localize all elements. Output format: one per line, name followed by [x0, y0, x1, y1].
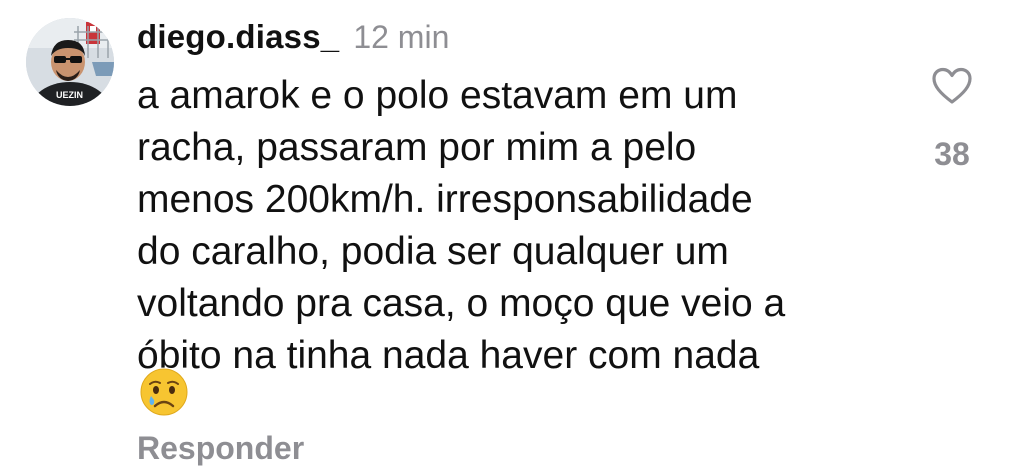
avatar[interactable]: UEZIN [26, 18, 114, 106]
comment-line: do caralho, podia ser qualquer um [137, 230, 729, 273]
like-count: 38 [934, 136, 970, 172]
svg-text:UEZIN: UEZIN [56, 90, 83, 100]
timestamp: 12 min [353, 19, 450, 55]
like-section: 38 [920, 66, 984, 173]
comment-line: voltando pra casa, o moço que veio a [137, 282, 786, 325]
comment-item: UEZIN diego.diass_ 12 min a amarok e o p… [0, 0, 1024, 469]
comment-line: a amarok e o polo estavam em um [137, 74, 738, 117]
comment-text: a amarok e o polo estavam em um racha, p… [137, 70, 877, 382]
reply-button[interactable]: Responder [137, 430, 304, 467]
comment-line: óbito na tinha nada haver com nada [137, 334, 760, 377]
crying-face-emoji [140, 368, 188, 416]
comment-header: diego.diass_ 12 min [137, 18, 449, 62]
username[interactable]: diego.diass_ [137, 18, 339, 56]
comment-line: racha, passaram por mim a pelo [137, 126, 697, 169]
heart-outline-icon[interactable] [930, 66, 974, 106]
avatar-photo: UEZIN [26, 18, 114, 106]
comment-line: menos 200km/h. irresponsabilidade [137, 178, 753, 221]
